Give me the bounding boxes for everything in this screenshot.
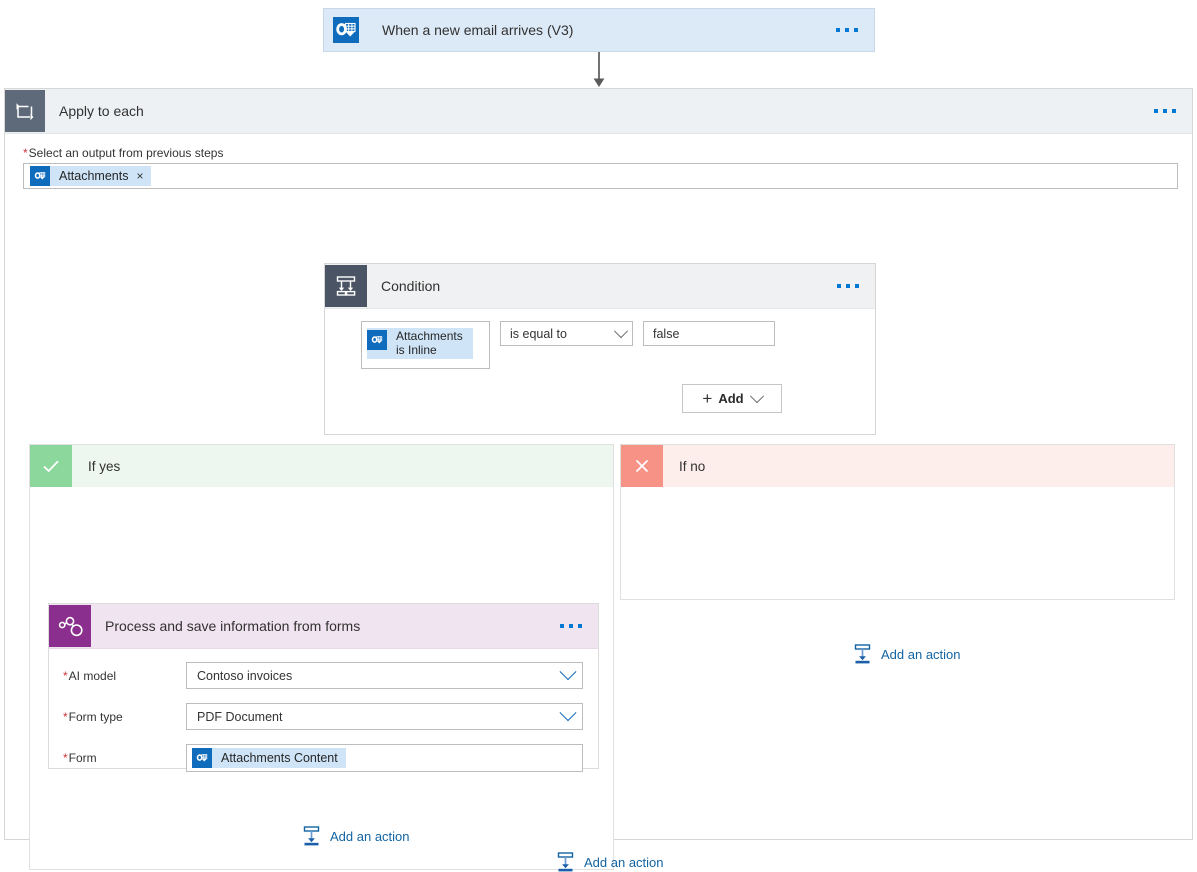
apply-to-each-more-button[interactable]: [1154, 109, 1176, 113]
attachments-content-token[interactable]: Attachments Content: [192, 748, 346, 768]
if-yes-header: If yes: [30, 445, 613, 487]
apply-to-each-card[interactable]: Apply to each *Select an output from pre…: [4, 88, 1193, 840]
connector-arrow: [592, 52, 606, 88]
ai-model-label-text: AI model: [69, 669, 116, 683]
form-type-select[interactable]: PDF Document: [186, 703, 583, 730]
close-icon[interactable]: ×: [136, 170, 150, 182]
apply-to-each-body: *Select an output from previous steps: [5, 146, 1192, 189]
chevron-down-icon: [750, 389, 764, 403]
apply-to-each-header: Apply to each: [5, 89, 1192, 134]
ai-builder-icon: [49, 605, 91, 647]
condition-branch-icon: [325, 265, 367, 307]
trigger-card[interactable]: When a new email arrives (V3): [323, 8, 875, 52]
chevron-down-icon: [614, 324, 628, 338]
attachments-content-token-label: Attachments Content: [212, 751, 346, 765]
form-type-label: *Form type: [63, 710, 186, 724]
apply-to-each-title: Apply to each: [45, 103, 144, 119]
outlook-icon: [324, 8, 368, 52]
add-action-no-branch[interactable]: Add an action: [853, 644, 961, 664]
ai-model-select[interactable]: Contoso invoices: [186, 662, 583, 689]
condition-card[interactable]: Condition: [324, 263, 876, 435]
form-input[interactable]: Attachments Content: [186, 744, 583, 772]
form-row: *Form: [49, 743, 598, 772]
token-line-1: Attachments: [396, 329, 463, 343]
attachments-token-label: Attachments: [50, 169, 136, 183]
condition-header: Condition: [325, 264, 875, 309]
token-lines: Attachments is Inline: [387, 328, 473, 359]
add-action-yes-label: Add an action: [330, 829, 410, 844]
condition-operand-input[interactable]: Attachments is Inline: [361, 321, 490, 369]
condition-more-button[interactable]: [837, 284, 859, 288]
form-type-label-text: Form type: [69, 710, 123, 724]
if-yes-branch: If yes Process and save information: [29, 444, 614, 870]
trigger-header: When a new email arrives (V3): [324, 9, 874, 51]
outlook-icon: [192, 748, 212, 768]
attachments-token[interactable]: Attachments ×: [30, 166, 151, 186]
add-action-no-label: Add an action: [881, 647, 961, 662]
ai-model-row: *AI model Contoso invoices: [49, 661, 598, 690]
if-yes-label: If yes: [72, 459, 120, 474]
condition-operator-value: is equal to: [510, 327, 567, 341]
condition-row: Attachments is Inline is equal to false: [361, 321, 775, 369]
form-type-row: *Form type PDF Document: [49, 702, 598, 731]
chevron-down-icon: [560, 663, 577, 680]
plus-icon: +: [702, 390, 712, 407]
ai-model-label: *AI model: [63, 669, 186, 683]
trigger-title: When a new email arrives (V3): [368, 22, 573, 38]
ai-card-header: Process and save information from forms: [49, 604, 598, 649]
if-no-label: If no: [663, 459, 705, 474]
outlook-icon: [367, 330, 387, 350]
token-line-2: is Inline: [396, 343, 437, 357]
ai-model-value: Contoso invoices: [197, 669, 292, 683]
chevron-down-icon: [560, 704, 577, 721]
attachments-is-inline-token[interactable]: Attachments is Inline: [367, 328, 473, 359]
required-marker: *: [63, 710, 68, 724]
required-marker: *: [63, 751, 68, 765]
insert-action-icon: [302, 826, 321, 846]
trigger-more-button[interactable]: [836, 28, 858, 32]
required-marker: *: [63, 669, 68, 683]
loop-icon: [5, 90, 45, 132]
apply-to-each-field-label: *Select an output from previous steps: [23, 146, 1192, 160]
required-marker: *: [23, 146, 28, 160]
add-action-bottom[interactable]: Add an action: [556, 852, 664, 872]
ai-card-more-button[interactable]: [560, 624, 582, 628]
condition-title: Condition: [367, 278, 440, 294]
condition-value-input[interactable]: false: [643, 321, 775, 346]
add-action-bottom-label: Add an action: [584, 855, 664, 870]
if-no-branch: If no Add an action: [620, 444, 1175, 600]
field-label-text: Select an output from previous steps: [29, 146, 224, 160]
add-action-yes-branch[interactable]: Add an action: [302, 826, 410, 846]
select-output-input[interactable]: Attachments ×: [23, 163, 1178, 189]
checkmark-icon: [30, 445, 72, 487]
condition-operator-select[interactable]: is equal to: [500, 321, 633, 346]
close-x-icon: [621, 445, 663, 487]
if-no-header: If no: [621, 445, 1174, 487]
form-label-text: Form: [69, 751, 97, 765]
form-label: *Form: [63, 751, 186, 765]
ai-card-title: Process and save information from forms: [91, 618, 360, 634]
condition-add-button[interactable]: + Add: [682, 384, 782, 413]
ai-builder-action-card[interactable]: Process and save information from forms …: [48, 603, 599, 769]
outlook-icon: [30, 166, 50, 186]
insert-action-icon: [556, 852, 575, 872]
form-type-value: PDF Document: [197, 710, 282, 724]
condition-value-text: false: [653, 327, 679, 341]
condition-add-label: Add: [718, 391, 743, 406]
insert-action-icon: [853, 644, 872, 664]
